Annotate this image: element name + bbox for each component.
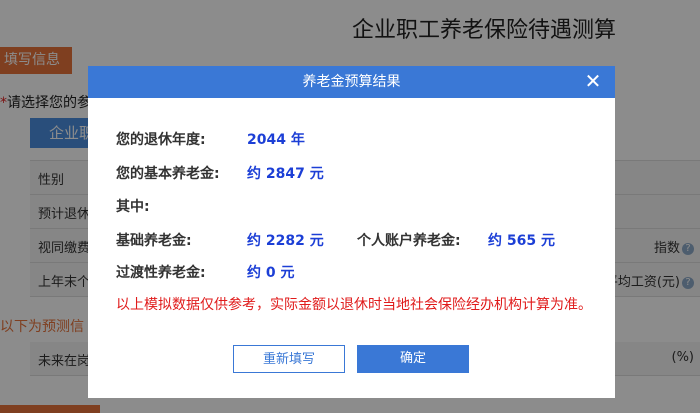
personal-account-label: 个人账户养老金:: [357, 233, 461, 249]
among-label: 其中:: [116, 199, 150, 215]
close-icon[interactable]: ✕: [583, 71, 603, 91]
retire-year-label: 您的退休年度:: [116, 132, 206, 148]
basic-pension-value: 约 2847 元: [247, 166, 324, 182]
confirm-button[interactable]: 确定: [357, 345, 469, 373]
retire-year-value: 2044 年: [247, 132, 305, 148]
transition-pension-label: 过渡性养老金:: [116, 265, 206, 281]
reset-button[interactable]: 重新填写: [233, 345, 345, 373]
base-pension-label: 基础养老金:: [116, 233, 192, 249]
personal-account-value: 约 565 元: [488, 233, 555, 249]
result-modal: 养老金预算结果 ✕ 您的退休年度: 2044 年 您的基本养老金: 约 2847…: [88, 66, 615, 398]
modal-title: 养老金预算结果: [302, 74, 401, 90]
disclaimer-note: 以上模拟数据仅供参考，实际金额以退休时当地社会保险经办机构计算为准。: [116, 297, 592, 313]
base-pension-value: 约 2282 元: [247, 233, 324, 249]
modal-header: 养老金预算结果 ✕: [88, 66, 615, 98]
transition-pension-value: 约 0 元: [247, 265, 295, 281]
basic-pension-label: 您的基本养老金:: [116, 166, 220, 182]
